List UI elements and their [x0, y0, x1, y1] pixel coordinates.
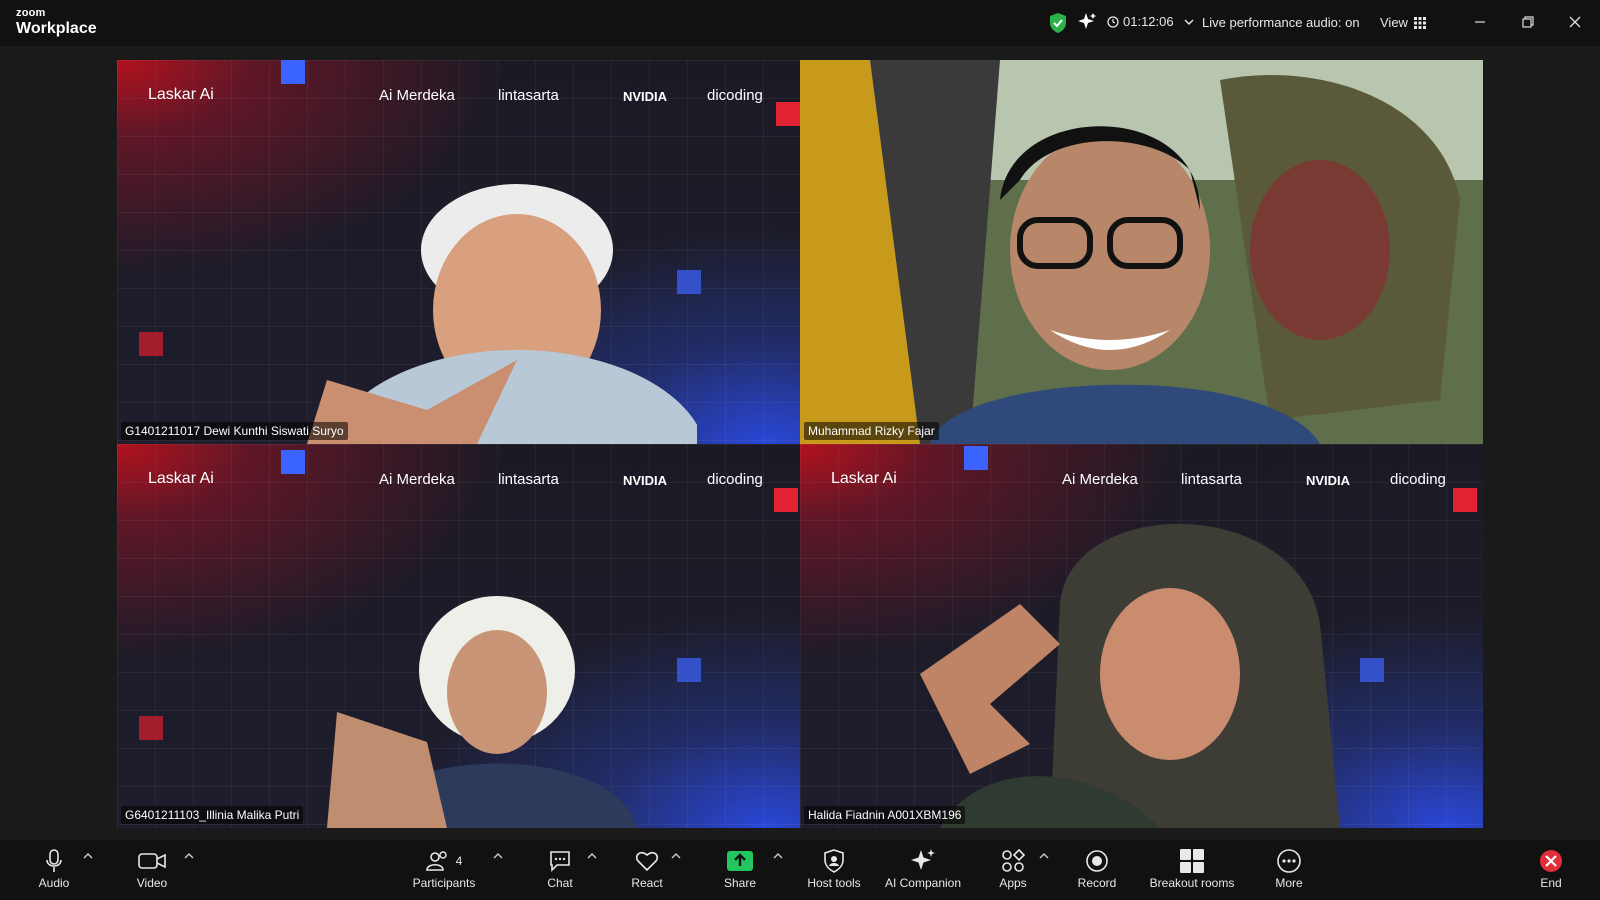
participants-icon: [425, 851, 447, 871]
brand-small: zoom: [16, 7, 46, 19]
host-tools-label: Host tools: [807, 876, 861, 890]
meeting-toolbar: Audio Video 4 Participants Chat React Sh…: [0, 840, 1600, 900]
minimize-icon[interactable]: [1470, 12, 1490, 32]
ai-companion-sparkle-icon: [911, 849, 935, 870]
end-meeting-button[interactable]: End: [1536, 848, 1566, 890]
host-tools-button[interactable]: Host tools: [803, 848, 865, 890]
bg-logo-dicoding: dicoding: [1390, 471, 1446, 488]
react-options-caret-icon[interactable]: [671, 852, 681, 860]
chat-label: Chat: [547, 876, 573, 890]
view-label: View: [1380, 15, 1408, 30]
clock-icon: [1107, 15, 1119, 28]
record-icon: [1086, 850, 1108, 872]
restore-icon[interactable]: [1518, 12, 1538, 32]
bg-logo-dicoding: dicoding: [707, 471, 763, 488]
bg-logo-aimerdeka: Ai Merdeka: [1062, 471, 1138, 488]
bg-logo-aimerdeka: Ai Merdeka: [379, 87, 455, 104]
share-options-caret-icon[interactable]: [773, 852, 783, 860]
participants-button[interactable]: 4 Participants: [408, 848, 480, 890]
encryption-shield-icon[interactable]: [1049, 12, 1067, 34]
audio-label: Audio: [38, 876, 70, 890]
video-button[interactable]: Video: [130, 848, 174, 890]
bg-logo-nvidia: NVIDIA: [623, 89, 668, 104]
share-label: Share: [723, 876, 757, 890]
breakout-rooms-button[interactable]: Breakout rooms: [1146, 848, 1238, 890]
react-button[interactable]: React: [627, 848, 667, 890]
video-options-caret-icon[interactable]: [184, 852, 194, 860]
video-tile-active-speaker[interactable]: Laskar Ai Ai Merdeka lintasarta NVIDIA d…: [117, 444, 800, 828]
chevron-down-icon: [1184, 19, 1194, 25]
bg-logo-lintasarta: lintasarta: [498, 87, 559, 104]
bg-logo-nvidia: NVIDIA: [1306, 473, 1351, 488]
apps-options-caret-icon[interactable]: [1039, 852, 1049, 860]
live-audio-status[interactable]: Live performance audio: on: [1202, 15, 1360, 30]
end-label: End: [1540, 876, 1562, 890]
participant-name: G1401211017 Dewi Kunthi Siswati Suryo: [121, 422, 348, 440]
host-shield-icon: [824, 849, 844, 873]
apps-button[interactable]: Apps: [995, 848, 1031, 890]
app-logo: zoom Workplace: [16, 8, 97, 37]
participant-video: [307, 184, 697, 444]
heart-icon: [635, 851, 659, 872]
participant-video: [920, 523, 1340, 828]
more-button[interactable]: More: [1270, 848, 1308, 890]
share-button[interactable]: Share: [720, 848, 760, 890]
video-camera-icon: [138, 853, 166, 869]
meeting-timer[interactable]: 01:12:06: [1107, 14, 1194, 29]
video-tile[interactable]: Laskar Ai Ai Merdeka lintasarta NVIDIA d…: [117, 60, 800, 444]
participants-options-caret-icon[interactable]: [493, 852, 503, 860]
react-label: React: [631, 876, 663, 890]
record-label: Record: [1077, 876, 1117, 890]
bg-logo-nvidia: NVIDIA: [623, 473, 668, 488]
bg-laskar-text: Laskar Ai: [148, 86, 214, 103]
bg-logo-aimerdeka: Ai Merdeka: [379, 471, 455, 488]
bg-logo-lintasarta: lintasarta: [498, 471, 559, 488]
end-call-icon: [1540, 850, 1562, 872]
apps-label: Apps: [999, 876, 1027, 890]
brand-name: Workplace: [16, 20, 97, 37]
bg-laskar-text: Laskar Ai: [148, 470, 214, 487]
bg-laskar-text: Laskar Ai: [831, 470, 897, 487]
timer-text: 01:12:06: [1123, 14, 1174, 29]
participant-name: Muhammad Rizky Fajar: [804, 422, 939, 440]
video-label: Video: [136, 876, 168, 890]
share-screen-icon: [727, 851, 753, 871]
bg-logo-lintasarta: lintasarta: [1181, 471, 1242, 488]
record-button[interactable]: Record: [1074, 848, 1120, 890]
participants-label: Participants: [412, 876, 476, 890]
participant-count: 4: [455, 854, 463, 868]
video-tile[interactable]: Laskar Ai Ai Merdeka lintasarta NVIDIA d…: [800, 444, 1483, 828]
apps-icon: [1002, 849, 1025, 872]
view-button[interactable]: View: [1380, 15, 1426, 30]
more-label: More: [1275, 876, 1303, 890]
participant-video: [800, 60, 1483, 444]
video-tile[interactable]: Muhammad Rizky Fajar: [800, 60, 1483, 444]
breakout-rooms-label: Breakout rooms: [1149, 876, 1235, 890]
grid-view-icon: [1413, 16, 1426, 29]
microphone-icon: [46, 849, 62, 872]
bg-logo-dicoding: dicoding: [707, 87, 763, 104]
breakout-rooms-icon: [1180, 849, 1204, 873]
chat-options-caret-icon[interactable]: [587, 852, 597, 860]
close-icon[interactable]: [1565, 12, 1585, 32]
participant-name: G6401211103_Illinia Malika Putri: [121, 806, 304, 824]
ai-companion-button[interactable]: AI Companion: [880, 848, 966, 890]
chat-bubble-icon: [550, 851, 570, 872]
participant-name: Halida Fiadnin A001XBM196: [804, 806, 966, 824]
title-bar: zoom Workplace 01:12:06 Live performance…: [0, 0, 1600, 46]
chat-button[interactable]: Chat: [540, 848, 580, 890]
ai-sparkle-icon[interactable]: [1077, 12, 1097, 32]
audio-options-caret-icon[interactable]: [83, 852, 93, 860]
participant-video: [327, 596, 637, 828]
ai-companion-label: AI Companion: [884, 876, 962, 890]
audio-button[interactable]: Audio: [33, 848, 75, 890]
more-icon: [1277, 849, 1301, 873]
